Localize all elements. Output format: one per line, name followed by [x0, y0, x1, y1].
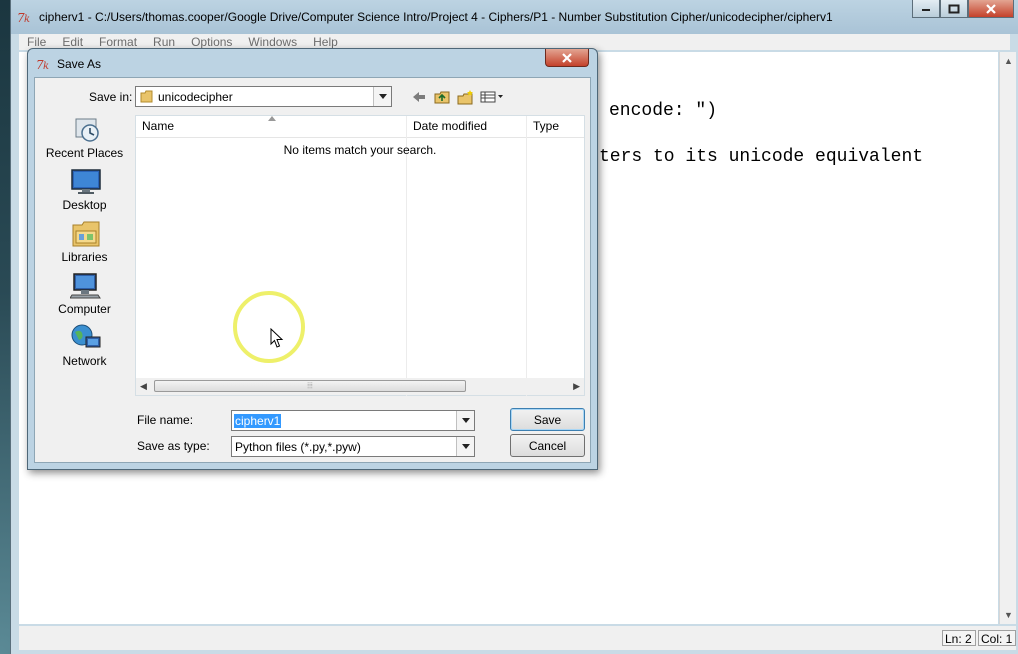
back-arrow-icon — [413, 92, 425, 102]
places-bar: Recent Places Desktop Libraries Computer… — [35, 115, 134, 375]
minimize-icon — [922, 8, 930, 11]
file-name-input[interactable]: cipherv1 — [231, 410, 475, 431]
save-in-value: unicodecipher — [158, 90, 233, 104]
mouse-cursor-icon — [270, 328, 284, 348]
close-icon — [986, 3, 996, 14]
place-label: Desktop — [62, 198, 107, 212]
column-indicator: Col: 1 — [978, 630, 1016, 646]
save-as-dialog: 7 k Save As Save in: unicodecipher Recen… — [27, 48, 598, 470]
network-icon — [71, 324, 101, 348]
save-button[interactable]: Save — [510, 408, 585, 431]
column-header-name[interactable]: Name — [142, 119, 174, 133]
scroll-down-icon[interactable]: ▼ — [1004, 610, 1013, 620]
dialog-close-button[interactable] — [545, 49, 589, 67]
file-name-label: File name: — [137, 413, 194, 427]
svg-text:k: k — [43, 61, 49, 72]
new-folder-button[interactable] — [456, 89, 474, 105]
window-titlebar[interactable]: 7 k cipherv1 - C:/Users/thomas.cooper/Go… — [11, 0, 1018, 34]
column-header-date-modified[interactable]: Date modified — [413, 119, 487, 133]
status-bar: Ln: 2 Col: 1 — [19, 626, 1016, 650]
python-feather-icon: 7 k — [17, 11, 30, 25]
chevron-down-icon[interactable] — [373, 87, 391, 106]
python-feather-icon: 7 k — [36, 58, 49, 72]
code-fragment: encode: ") — [609, 101, 718, 121]
place-label: Network — [62, 354, 107, 368]
click-highlight-ring — [233, 291, 305, 363]
view-grid-icon — [480, 91, 503, 103]
maximize-button[interactable] — [940, 0, 968, 18]
folder-icon — [140, 90, 153, 103]
maximize-icon — [948, 4, 960, 13]
sort-ascending-icon — [268, 116, 276, 121]
column-divider[interactable] — [406, 116, 407, 396]
file-name-value: cipherv1 — [234, 414, 282, 428]
save-in-label: Save in: — [89, 90, 133, 104]
horizontal-scrollbar[interactable]: ◀ ⦙⦙⦙ ▶ — [136, 378, 584, 395]
svg-text:k: k — [24, 14, 30, 25]
file-list[interactable]: Name Date modified Type No items match y… — [135, 115, 585, 396]
dialog-body: Save in: unicodecipher Recent Places Des… — [34, 77, 591, 463]
vertical-scrollbar[interactable]: ▲ ▼ — [999, 52, 1016, 624]
place-computer[interactable]: Computer — [35, 271, 134, 321]
place-label: Computer — [58, 302, 111, 316]
close-button[interactable] — [968, 0, 1014, 18]
libraries-icon — [72, 221, 100, 247]
column-divider[interactable] — [526, 116, 527, 396]
place-network[interactable]: Network — [35, 323, 134, 373]
save-as-type-select[interactable]: Python files (*.py,*.pyw) — [231, 436, 475, 457]
scroll-left-icon[interactable]: ◀ — [140, 381, 147, 392]
desktop-icon — [71, 169, 101, 194]
minimize-button[interactable] — [912, 0, 940, 18]
chevron-down-icon[interactable] — [456, 437, 474, 456]
close-icon — [562, 52, 572, 63]
cancel-button[interactable]: Cancel — [510, 434, 585, 457]
place-label: Libraries — [61, 250, 108, 264]
place-label: Recent Places — [45, 146, 124, 160]
line-indicator: Ln: 2 — [942, 630, 976, 646]
chevron-down-icon[interactable] — [456, 411, 474, 430]
code-fragment: ters to its unicode equivalent — [599, 147, 924, 167]
file-list-header: Name Date modified Type — [136, 116, 584, 138]
scroll-right-icon[interactable]: ▶ — [573, 381, 580, 392]
recent-places-icon — [75, 118, 99, 142]
place-recent-places[interactable]: Recent Places — [35, 115, 134, 165]
column-header-type[interactable]: Type — [533, 119, 559, 133]
place-libraries[interactable]: Libraries — [35, 219, 134, 269]
scroll-up-icon[interactable]: ▲ — [1004, 56, 1013, 66]
up-folder-button[interactable] — [433, 89, 451, 105]
scroll-thumb[interactable]: ⦙⦙⦙ — [154, 380, 466, 392]
place-desktop[interactable]: Desktop — [35, 167, 134, 217]
window-title: cipherv1 - C:/Users/thomas.cooper/Google… — [39, 10, 833, 24]
save-in-combobox[interactable]: unicodecipher — [135, 86, 392, 107]
new-folder-icon — [457, 89, 473, 104]
up-folder-icon — [434, 91, 450, 104]
save-as-type-value: Python files (*.py,*.pyw) — [235, 440, 361, 454]
view-menu-button[interactable] — [479, 89, 505, 105]
computer-icon — [70, 273, 101, 299]
empty-message: No items match your search. — [283, 143, 437, 157]
save-as-type-label: Save as type: — [137, 439, 210, 453]
dialog-title: Save As — [57, 57, 102, 71]
back-button[interactable] — [411, 89, 427, 105]
